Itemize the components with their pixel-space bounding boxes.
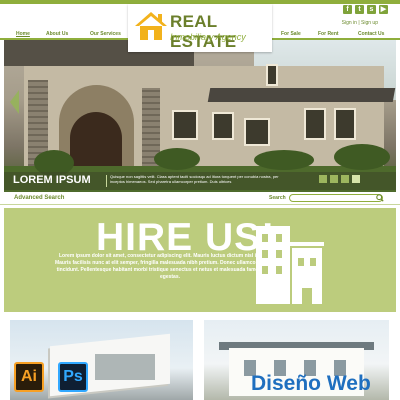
hero-slider <box>4 40 396 192</box>
shrub <box>334 144 390 170</box>
logo-subtitle: Inmobiliary Agency <box>170 32 246 42</box>
building-window <box>276 266 282 274</box>
shrub <box>154 148 200 170</box>
hire-us-panel: HIRE US! Lorem ipsum dolor sit amet, con… <box>4 208 396 312</box>
building-window <box>262 266 268 274</box>
skype-icon[interactable]: s <box>367 5 376 14</box>
nav-item-contact-us[interactable]: Contact Us <box>358 31 384 37</box>
building-window <box>262 250 268 258</box>
house-window <box>172 110 198 140</box>
signin-link[interactable]: Sign in | Sign up <box>342 20 378 26</box>
logo[interactable]: REAL ESTATE Inmobiliary Agency <box>128 4 272 52</box>
building-door <box>302 288 312 304</box>
house-logo-icon <box>135 12 167 40</box>
youtube-icon[interactable]: ▶ <box>379 5 388 14</box>
building-window <box>262 234 268 242</box>
hire-us-text: Lorem ipsum dolor sit amet, consectetur … <box>54 253 286 280</box>
house-window <box>304 108 326 140</box>
nav-item-our-services[interactable]: Our Services <box>90 31 121 37</box>
house-window <box>334 108 356 140</box>
house-window <box>266 64 278 86</box>
building-window <box>310 258 316 266</box>
slide-dot-active[interactable] <box>352 175 360 183</box>
prev-slide-arrow-icon[interactable] <box>10 90 19 114</box>
building-window <box>276 234 282 242</box>
social-links: f t s ▶ <box>343 5 388 14</box>
slide-dot[interactable] <box>319 175 327 183</box>
nav-item-for-sale[interactable]: For Sale <box>281 31 301 37</box>
building-roof <box>290 242 324 246</box>
front-door <box>70 112 122 172</box>
advanced-search-link[interactable]: Advanced Search <box>14 195 64 201</box>
building-window <box>298 258 304 266</box>
house-window <box>244 118 270 146</box>
photoshop-icon: Ps <box>58 362 88 392</box>
divider <box>0 204 400 205</box>
nav-item-about-us[interactable]: About Us <box>46 31 68 37</box>
shrub <box>254 150 314 170</box>
search-label: Search <box>269 195 286 201</box>
hero-caption-title: LOREM IPSUM <box>13 174 91 186</box>
slide-indicators <box>319 175 360 183</box>
house-roof-right <box>207 88 396 102</box>
slide-dot[interactable] <box>330 175 338 183</box>
slide-dot[interactable] <box>341 175 349 183</box>
nav-item-for-rent[interactable]: For Rent <box>318 31 339 37</box>
illustrator-icon: Ai <box>14 362 44 392</box>
building-window <box>276 250 282 258</box>
caption-divider <box>106 175 107 187</box>
search-input[interactable] <box>289 194 383 202</box>
search-icon[interactable] <box>376 194 384 202</box>
hero-caption-text: Quisque non sagittis velit. Class aptent… <box>110 174 279 184</box>
house-window <box>212 112 234 140</box>
web-design-tagline: Diseño Web <box>251 372 371 395</box>
search-bar: Advanced Search Search <box>0 192 400 206</box>
facebook-icon[interactable]: f <box>343 5 352 14</box>
nav-item-home[interactable]: Home <box>16 31 30 37</box>
building-glass <box>95 354 155 380</box>
twitter-icon[interactable]: t <box>355 5 364 14</box>
